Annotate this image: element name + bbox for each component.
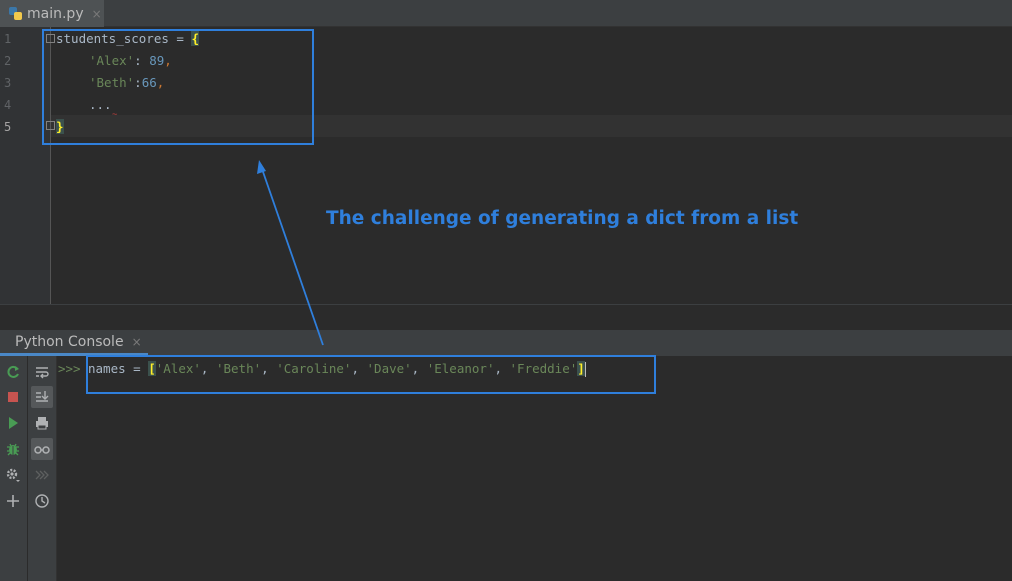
- history-icon[interactable]: [31, 490, 53, 512]
- close-icon[interactable]: ×: [132, 335, 142, 349]
- console-highlight-box: [86, 355, 656, 394]
- line-number: 2: [4, 54, 12, 68]
- tab-main-py[interactable]: main.py ×: [0, 0, 104, 27]
- show-variables-icon[interactable]: [31, 438, 53, 460]
- line-number: 3: [4, 76, 12, 90]
- run-icon[interactable]: [2, 412, 24, 434]
- tab-python-console[interactable]: Python Console ×: [0, 330, 148, 356]
- panel-splitter[interactable]: [0, 304, 1012, 330]
- stop-icon[interactable]: [2, 386, 24, 408]
- console-prompt: >>>: [58, 361, 81, 376]
- line-number: 1: [4, 32, 12, 46]
- close-icon[interactable]: ×: [92, 7, 102, 21]
- line-number-current: 5: [4, 120, 12, 134]
- scroll-to-end-icon[interactable]: [31, 386, 53, 408]
- rerun-icon[interactable]: [2, 361, 24, 383]
- console-tab-label: Python Console: [15, 333, 124, 350]
- add-icon[interactable]: [2, 490, 24, 512]
- debug-icon[interactable]: [2, 438, 24, 460]
- code-highlight-box: [42, 29, 314, 145]
- execute-history-icon[interactable]: [31, 464, 53, 486]
- editor-tab-bar: main.py ×: [0, 0, 1012, 27]
- console-toolbar-right: [28, 356, 57, 581]
- line-number: 4: [4, 98, 12, 112]
- tab-label: main.py: [27, 5, 84, 22]
- console-toolbar-left: [0, 356, 28, 581]
- print-icon[interactable]: [31, 412, 53, 434]
- soft-wrap-icon[interactable]: [31, 361, 53, 383]
- python-file-icon: [8, 6, 24, 22]
- console-tab-bar: Python Console ×: [0, 330, 1012, 356]
- annotation-text: The challenge of generating a dict from …: [326, 208, 799, 229]
- settings-icon[interactable]: [2, 464, 24, 486]
